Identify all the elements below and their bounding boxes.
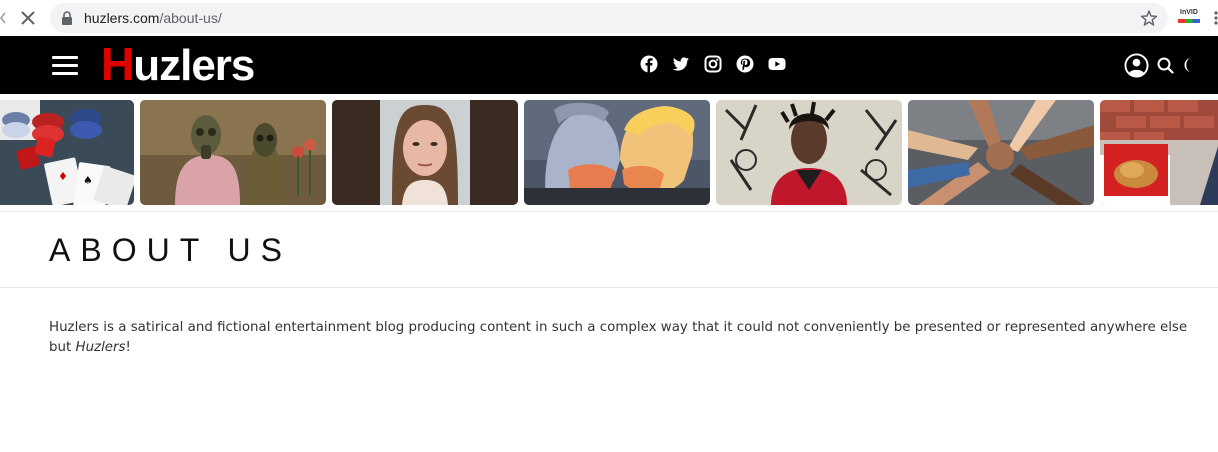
featured-thumbnails: ♦ ♠: [0, 99, 1218, 206]
thumbnail-gas-masks[interactable]: [140, 100, 326, 205]
facebook-icon[interactable]: [640, 55, 658, 73]
divider: [0, 287, 1218, 288]
user-icon[interactable]: [1124, 52, 1149, 78]
hamburger-menu-icon[interactable]: [52, 56, 78, 76]
page-title: ABOUT US: [49, 232, 292, 268]
fried-chicken-image: [1100, 100, 1218, 205]
search-icon[interactable]: [1157, 57, 1174, 74]
thumbnail-fried-chicken[interactable]: [1100, 100, 1218, 205]
mugshot-image: [332, 100, 518, 205]
address-bar[interactable]: huzlers.com/about-us/: [50, 3, 1168, 33]
about-text-brand: Huzlers: [75, 340, 126, 355]
svg-text:♦: ♦: [58, 170, 68, 183]
url-host: huzlers.com: [84, 10, 160, 26]
pinterest-icon[interactable]: [736, 55, 754, 73]
lock-icon[interactable]: [61, 11, 73, 25]
twitter-icon[interactable]: [672, 55, 690, 73]
browser-toolbar: huzlers.com/about-us/ InVID: [0, 0, 1218, 36]
invid-extension-label: InVID: [1180, 9, 1198, 16]
casino-image: ♦ ♠: [0, 100, 134, 205]
stop-loading-icon[interactable]: [18, 8, 38, 28]
hands-image: [908, 100, 1094, 205]
thumbnail-hands-circle[interactable]: [908, 100, 1094, 205]
url-path: /about-us/: [159, 10, 222, 26]
red-jacket-image: [716, 100, 902, 205]
thumbnail-casino[interactable]: ♦ ♠: [0, 100, 134, 205]
thumbnail-red-jacket[interactable]: [716, 100, 902, 205]
divider: [0, 211, 1218, 212]
moon-icon[interactable]: [1182, 57, 1198, 73]
svg-text:♠: ♠: [83, 174, 93, 187]
thumbnail-mugshot[interactable]: [332, 100, 518, 205]
youtube-icon[interactable]: [768, 55, 786, 73]
more-menu-icon[interactable]: [1212, 10, 1218, 26]
social-links: [640, 55, 786, 73]
about-text-end: !: [125, 340, 131, 355]
logo-letter-h: H: [101, 38, 134, 90]
about-paragraph: Huzlers is a satirical and fictional ent…: [49, 318, 1189, 358]
about-text-start: Huzlers is a satirical and fictional ent…: [49, 320, 1188, 355]
header-actions: [1124, 52, 1198, 78]
url-text[interactable]: huzlers.com/about-us/: [84, 10, 222, 26]
back-arrow-icon[interactable]: [0, 12, 6, 24]
invid-extension-icon[interactable]: InVID: [1178, 9, 1200, 27]
bookmark-star-icon[interactable]: [1140, 9, 1158, 27]
thumbnail-mural-kiss[interactable]: [524, 100, 710, 205]
logo-wordmark: uzlers: [133, 41, 255, 90]
gas-masks-image: [140, 100, 326, 205]
site-logo[interactable]: Huzlers: [101, 38, 255, 90]
instagram-icon[interactable]: [704, 55, 722, 73]
mural-image: [524, 100, 710, 205]
site-header: Huzlers: [0, 36, 1218, 94]
